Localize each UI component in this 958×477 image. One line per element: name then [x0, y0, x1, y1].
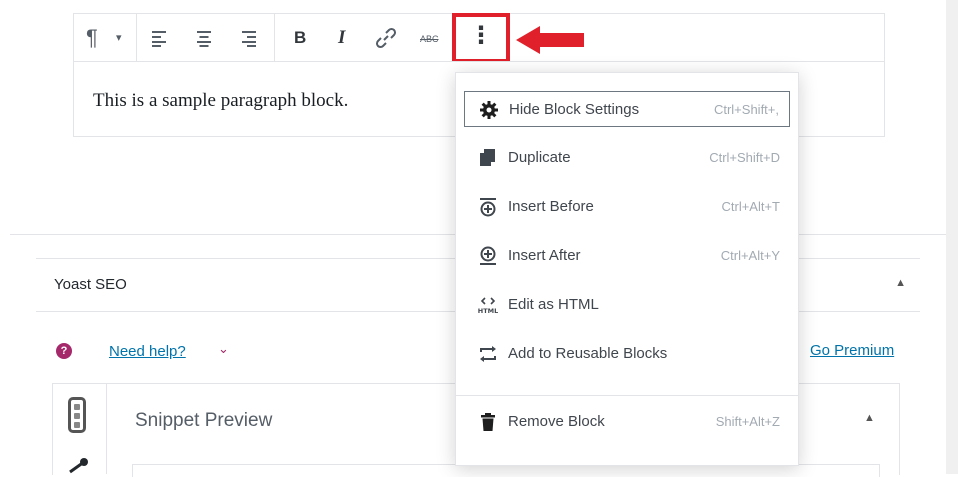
- insert-after-icon: [480, 246, 496, 265]
- menu-item-duplicate[interactable]: Duplicate Ctrl+Shift+D: [464, 140, 790, 176]
- align-right-icon[interactable]: [238, 28, 258, 52]
- gear-icon: [480, 101, 498, 119]
- more-options-button[interactable]: ⋮: [452, 13, 510, 63]
- menu-item-edit-as-html[interactable]: HTML Edit as HTML: [464, 287, 790, 323]
- toolbar-divider: [274, 14, 275, 62]
- snippet-preview-title[interactable]: Snippet Preview: [135, 410, 272, 432]
- menu-item-label: Hide Block Settings: [509, 101, 640, 118]
- menu-item-shortcut: Ctrl+Shift+,: [713, 102, 779, 117]
- go-premium-link[interactable]: Go Premium: [810, 342, 894, 359]
- trash-icon: [481, 413, 495, 431]
- share-graph-icon[interactable]: [66, 458, 90, 474]
- align-center-icon[interactable]: [194, 28, 214, 52]
- toolbar-divider: [136, 14, 137, 62]
- menu-item-label: Add to Reusable Blocks: [508, 345, 668, 362]
- help-question-icon: ?: [56, 343, 72, 359]
- menu-item-shortcut: Ctrl+Alt+Y: [720, 248, 780, 263]
- menu-item-shortcut: Ctrl+Shift+D: [709, 150, 780, 165]
- yoast-panel-title: Yoast SEO: [54, 276, 127, 293]
- block-switcher-caret-icon[interactable]: ▾: [116, 26, 122, 50]
- menu-item-label: Insert Before: [508, 198, 594, 215]
- reusable-icon: [480, 346, 496, 362]
- menu-item-add-to-reusable-blocks[interactable]: Add to Reusable Blocks: [464, 336, 790, 372]
- bold-button[interactable]: B: [294, 26, 306, 50]
- menu-item-insert-after[interactable]: Insert After Ctrl+Alt+Y: [464, 238, 790, 274]
- menu-item-label: Duplicate: [508, 149, 571, 166]
- more-vertical-icon: ⋮: [469, 22, 493, 49]
- duplicate-icon: [480, 149, 495, 166]
- menu-item-shortcut: Shift+Alt+Z: [715, 414, 780, 429]
- link-icon[interactable]: [374, 26, 398, 50]
- mobile-preview-icon[interactable]: [68, 397, 86, 433]
- menu-item-label: Insert After: [508, 247, 581, 264]
- insert-before-icon: [480, 198, 496, 217]
- chevron-down-icon[interactable]: ⌄: [218, 341, 229, 357]
- italic-button[interactable]: I: [338, 26, 345, 50]
- menu-item-label: Remove Block: [508, 413, 605, 430]
- menu-item-hide-block-settings[interactable]: Hide Block Settings Ctrl+Shift+,: [464, 91, 790, 127]
- strikethrough-button[interactable]: ABC: [420, 27, 439, 51]
- red-arrow-annotation-icon: [516, 26, 584, 54]
- need-help-link[interactable]: Need help?: [109, 343, 186, 360]
- paragraph-text[interactable]: This is a sample paragraph block.: [93, 90, 348, 112]
- menu-item-label: Edit as HTML: [508, 296, 599, 313]
- paragraph-block-icon[interactable]: ¶: [86, 26, 98, 50]
- scrollbar-track[interactable]: [946, 0, 958, 474]
- menu-item-shortcut: Ctrl+Alt+T: [721, 199, 780, 214]
- menu-item-remove-block[interactable]: Remove Block Shift+Alt+Z: [464, 404, 790, 440]
- html-icon: HTML: [478, 297, 498, 315]
- snippet-collapse-caret-icon[interactable]: ▲: [864, 412, 875, 424]
- menu-item-insert-before[interactable]: Insert Before Ctrl+Alt+T: [464, 189, 790, 225]
- block-options-menu: Hide Block Settings Ctrl+Shift+, Duplica…: [455, 72, 799, 466]
- html-icon-text: HTML: [478, 307, 498, 315]
- align-left-icon[interactable]: [150, 28, 170, 52]
- collapse-caret-icon[interactable]: ▲: [895, 277, 906, 289]
- menu-divider: [456, 395, 798, 396]
